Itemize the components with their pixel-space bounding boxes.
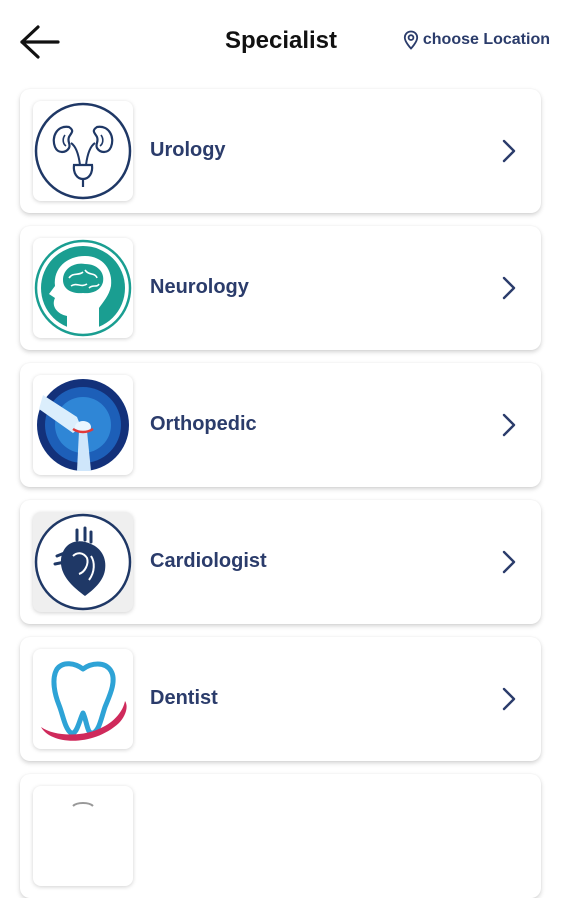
specialist-card-urology[interactable]: Urology: [20, 89, 541, 213]
chevron-right-icon: [502, 139, 516, 163]
tooth-icon: [41, 661, 127, 741]
specialist-thumbnail: [33, 375, 133, 475]
specialist-thumbnail: [33, 101, 133, 201]
specialist-label: Orthopedic: [150, 413, 257, 435]
specialist-label: Dentist: [150, 687, 218, 709]
specialist-label: Neurology: [150, 276, 249, 298]
chevron-right-icon: [502, 413, 516, 437]
chevron-right-icon: [502, 687, 516, 711]
brain-head-icon: [34, 239, 132, 337]
specialist-card-dentist[interactable]: Dentist: [20, 637, 541, 761]
app-header: Specialist choose Location: [0, 0, 562, 84]
location-label: choose Location: [422, 31, 550, 48]
location-pin-icon: [403, 30, 418, 50]
choose-location-button[interactable]: choose Location: [403, 30, 550, 50]
specialist-label: Urology: [150, 139, 226, 161]
specialist-card-cardiologist[interactable]: Cardiologist: [20, 500, 541, 624]
specialist-thumbnail: [33, 238, 133, 338]
partial-icon: [72, 802, 94, 807]
specialist-card-neurology[interactable]: Neurology: [20, 226, 541, 350]
chevron-right-icon: [502, 550, 516, 574]
back-button[interactable]: [18, 22, 62, 62]
specialist-label: Cardiologist: [150, 550, 267, 572]
heart-icon: [34, 513, 132, 611]
specialist-card-orthopedic[interactable]: Orthopedic: [20, 363, 541, 487]
kidneys-icon: [34, 102, 132, 200]
specialist-card-partial[interactable]: [20, 774, 541, 898]
knee-joint-icon: [37, 379, 129, 471]
specialist-thumbnail: [33, 512, 133, 612]
back-arrow-icon: [20, 25, 60, 59]
chevron-right-icon: [502, 276, 516, 300]
specialist-thumbnail: [33, 786, 133, 886]
specialist-thumbnail: [33, 649, 133, 749]
